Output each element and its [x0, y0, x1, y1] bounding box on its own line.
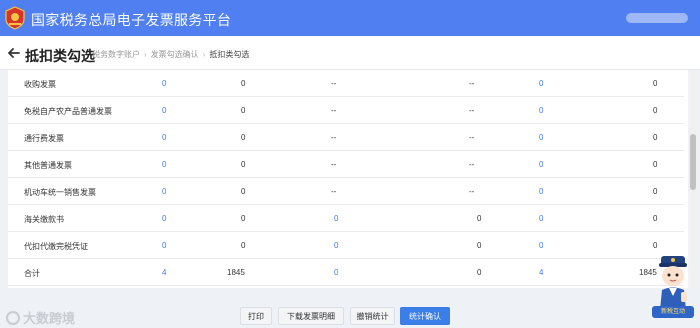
top-bar: 国家税务总局电子发票服务平台 — [0, 0, 700, 36]
statistics-table: 收购发票 0 0 -- -- 0 0 免税自产农产品普通发票 0 0 -- --… — [8, 70, 688, 288]
invoice-count-link[interactable]: 0 — [162, 214, 166, 223]
value-cell: -- — [331, 79, 337, 88]
amount-value: 0 — [241, 133, 246, 142]
assistant-mascot-label[interactable]: 新税互动 — [652, 306, 694, 318]
user-account-menu[interactable] — [626, 13, 688, 23]
invoice-count-link[interactable]: 0 — [539, 160, 543, 169]
row-name: 其他普通发票 — [24, 161, 72, 170]
assistant-mascot-icon[interactable] — [651, 252, 695, 310]
invoice-count-link[interactable]: 0 — [539, 241, 543, 250]
invoice-count-link[interactable]: 4 — [162, 268, 166, 277]
table-row: 海关缴款书 0 0 0 0 0 0 — [8, 205, 684, 232]
table-row: 机动车统一销售发票 0 0 -- -- 0 0 — [8, 178, 684, 205]
invoice-count-link[interactable]: 0 — [539, 214, 543, 223]
print-button[interactable]: 打印 — [240, 307, 272, 325]
amount-value: 0 — [653, 79, 658, 88]
value-cell: -- — [469, 106, 475, 115]
invoice-count-link[interactable]: 0 — [162, 187, 166, 196]
amount-value: 0 — [653, 160, 658, 169]
table-total-row: 合计 4 1845 0 0 4 1845 — [8, 259, 684, 286]
invoice-count-link[interactable]: 4 — [539, 268, 543, 277]
amount-value: 0 — [653, 241, 658, 250]
value-cell: -- — [331, 106, 337, 115]
amount-value: 0 — [241, 160, 246, 169]
scrollbar-thumb[interactable] — [690, 134, 696, 190]
invoice-count-link[interactable]: 0 — [334, 268, 338, 277]
invoice-count-link[interactable]: 0 — [162, 133, 166, 142]
tax-emblem-icon — [5, 6, 25, 30]
arrow-left-icon[interactable] — [6, 45, 22, 61]
row-name: 通行费发票 — [24, 134, 64, 143]
confirm-statistics-button[interactable]: 统计确认 — [400, 307, 450, 325]
value-cell: -- — [331, 187, 337, 196]
invoice-count-link[interactable]: 0 — [162, 106, 166, 115]
page-header: 抵扣类勾选 税务数字账户 › 发票勾选确认 › 抵扣类勾选 — [0, 36, 700, 70]
amount-value: 0 — [241, 79, 246, 88]
invoice-count-link[interactable]: 0 — [334, 241, 338, 250]
table-row: 免税自产农产品普通发票 0 0 -- -- 0 0 — [8, 97, 684, 124]
action-bar: 打印 下载发票明细 撤销统计 统计确认 — [0, 300, 700, 328]
watermark-text: 大数跨境 — [23, 311, 76, 326]
download-details-button[interactable]: 下载发票明细 — [278, 307, 344, 325]
value-cell: -- — [469, 133, 475, 142]
amount-value: 0 — [653, 214, 658, 223]
amount-value: 0 — [477, 241, 482, 250]
row-name: 免税自产农产品普通发票 — [24, 107, 112, 116]
row-name: 收购发票 — [24, 80, 56, 89]
amount-value: 1845 — [227, 268, 245, 277]
table-row: 代扣代缴完税凭证 0 0 0 0 0 0 — [8, 232, 684, 259]
row-name: 代扣代缴完税凭证 — [24, 242, 88, 251]
chevron-right-icon: › — [202, 50, 206, 59]
page-title: 抵扣类勾选 — [25, 48, 95, 64]
value-cell: -- — [469, 187, 475, 196]
invoice-count-link[interactable]: 0 — [162, 160, 166, 169]
table-row: 通行费发票 0 0 -- -- 0 0 — [8, 124, 684, 151]
amount-value: 0 — [653, 133, 658, 142]
value-cell: -- — [331, 160, 337, 169]
chevron-right-icon: › — [144, 50, 147, 59]
amount-value: 0 — [241, 106, 246, 115]
total-label: 合计 — [24, 269, 40, 278]
row-name: 海关缴款书 — [24, 215, 64, 224]
invoice-count-link[interactable]: 0 — [162, 79, 166, 88]
invoice-count-link[interactable]: 0 — [539, 106, 543, 115]
app-title: 国家税务总局电子发票服务平台 — [31, 12, 232, 28]
breadcrumb-item-digital-account[interactable]: 税务数字账户 — [92, 50, 140, 59]
invoice-count-link[interactable]: 0 — [162, 241, 166, 250]
invoice-count-link[interactable]: 0 — [539, 133, 543, 142]
breadcrumb: 税务数字账户 › 发票勾选确认 › 抵扣类勾选 — [92, 49, 249, 60]
watermark: 大数跨境 — [6, 308, 75, 327]
row-name: 机动车统一销售发票 — [24, 188, 96, 197]
invoice-count-link[interactable]: 0 — [539, 187, 543, 196]
watermark-logo-icon — [6, 311, 20, 325]
amount-value: 0 — [477, 214, 482, 223]
invoice-count-link[interactable]: 0 — [539, 79, 543, 88]
amount-value: 0 — [653, 187, 658, 196]
breadcrumb-item-current: 抵扣类勾选 — [209, 50, 250, 59]
value-cell: -- — [331, 133, 337, 142]
amount-value: 0 — [241, 187, 246, 196]
revoke-statistics-button[interactable]: 撤销统计 — [350, 307, 395, 325]
amount-value: 0 — [241, 241, 246, 250]
amount-value: 0 — [241, 214, 246, 223]
amount-value: 0 — [477, 268, 482, 277]
table-row: 收购发票 0 0 -- -- 0 0 — [8, 70, 684, 97]
table-row: 其他普通发票 0 0 -- -- 0 0 — [8, 151, 684, 178]
value-cell: -- — [469, 79, 475, 88]
value-cell: -- — [469, 160, 475, 169]
breadcrumb-item-invoice-confirm[interactable]: 发票勾选确认 — [151, 50, 199, 59]
amount-value: 0 — [653, 106, 658, 115]
invoice-count-link[interactable]: 0 — [334, 214, 338, 223]
